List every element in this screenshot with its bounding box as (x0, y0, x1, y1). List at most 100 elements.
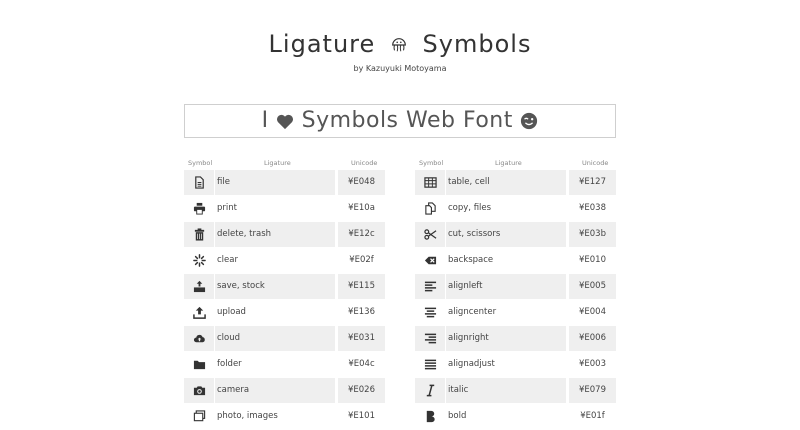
table-row: bold ¥E01f (415, 404, 616, 430)
copy-icon (424, 202, 436, 215)
unicode-cell: ¥E127 (569, 170, 616, 195)
symbol-cell (415, 300, 445, 325)
ligature-cell: cut, scissors (446, 222, 566, 247)
symbol-cell (184, 300, 214, 325)
table-row: italic ¥E079 (415, 378, 616, 404)
table-header: Symbol Ligature Unicode (184, 156, 385, 170)
symbol-cell (415, 352, 445, 377)
unicode-cell: ¥E03b (569, 222, 616, 247)
align-left-icon (424, 281, 436, 292)
symbol-cell (415, 248, 445, 273)
unicode-cell: ¥E048 (338, 170, 385, 195)
file-icon (194, 176, 204, 189)
wink-icon (521, 112, 538, 130)
table-row: backspace ¥E010 (415, 248, 616, 274)
symbols-table-right: Symbol Ligature Unicode table, cell ¥E12… (415, 156, 616, 430)
symbol-cell (415, 326, 445, 351)
table-row: save, stock ¥E115 (184, 274, 385, 300)
cloud-icon (193, 334, 205, 343)
demo-text-rest: Symbols Web Font (301, 108, 513, 133)
heart-icon (277, 114, 294, 130)
table-row: table, cell ¥E127 (415, 170, 616, 196)
symbol-cell (184, 326, 214, 351)
symbol-cell (184, 248, 214, 273)
unicode-cell: ¥E006 (569, 326, 616, 351)
unicode-cell: ¥E026 (338, 378, 385, 403)
align-justify-icon (424, 359, 436, 370)
table-row: cut, scissors ¥E03b (415, 222, 616, 248)
table-row: copy, files ¥E038 (415, 196, 616, 222)
symbol-cell (184, 170, 214, 195)
unicode-cell: ¥E115 (338, 274, 385, 299)
unicode-cell: ¥E003 (569, 352, 616, 377)
clear-icon (192, 254, 206, 267)
save-icon (193, 280, 205, 293)
table-row: print ¥E10a (184, 196, 385, 222)
backspace-icon (424, 256, 436, 265)
ligature-cell: alignadjust (446, 352, 566, 377)
ligature-cell: cloud (215, 326, 335, 351)
ligature-cell: bold (446, 404, 566, 429)
symbol-cell (184, 196, 214, 221)
ligature-cell: print (215, 196, 335, 221)
symbol-cell (184, 378, 214, 403)
unicode-cell: ¥E01f (569, 404, 616, 429)
unicode-cell: ¥E101 (338, 404, 385, 429)
camera-icon (193, 386, 205, 396)
unicode-cell: ¥E04c (338, 352, 385, 377)
ligature-cell: alignright (446, 326, 566, 351)
symbol-cell (415, 196, 445, 221)
table-row: upload ¥E136 (184, 300, 385, 326)
demo-text-box[interactable]: I Symbols Web Font (184, 104, 616, 138)
symbol-cell (415, 378, 445, 403)
unicode-cell: ¥E004 (569, 300, 616, 325)
header-ligature: Ligature (495, 159, 522, 167)
ligature-cell: upload (215, 300, 335, 325)
header-unicode: Unicode (582, 159, 609, 167)
ligature-cell: alignleft (446, 274, 566, 299)
ligature-cell: italic (446, 378, 566, 403)
folder-icon (193, 360, 205, 370)
title-left: Ligature (268, 30, 376, 58)
author-byline: by Kazuyuki Motoyama (353, 64, 447, 73)
header-symbol: Symbol (188, 159, 213, 167)
trash-icon (194, 228, 204, 241)
unicode-cell: ¥E038 (569, 196, 616, 221)
table-row: aligncenter ¥E004 (415, 300, 616, 326)
table-row: cloud ¥E031 (184, 326, 385, 352)
unicode-cell: ¥E010 (569, 248, 616, 273)
ligature-cell: copy, files (446, 196, 566, 221)
table-row: photo, images ¥E101 (184, 404, 385, 430)
align-right-icon (424, 333, 436, 344)
ligature-cell: photo, images (215, 404, 335, 429)
header-unicode: Unicode (351, 159, 378, 167)
ligature-cell: table, cell (446, 170, 566, 195)
header-symbol: Symbol (419, 159, 444, 167)
unicode-cell: ¥E02f (338, 248, 385, 273)
ligature-cell: file (215, 170, 335, 195)
table-header: Symbol Ligature Unicode (415, 156, 616, 170)
print-icon (193, 202, 205, 215)
symbol-cell (184, 222, 214, 247)
bold-icon (426, 410, 435, 423)
ligature-cell: delete, trash (215, 222, 335, 247)
symbol-cell (184, 352, 214, 377)
symbol-cell (184, 404, 214, 429)
table-row: clear ¥E02f (184, 248, 385, 274)
unicode-cell: ¥E005 (569, 274, 616, 299)
ligature-cell: backspace (446, 248, 566, 273)
demo-text-i: I (261, 108, 269, 133)
title-right: Symbols (422, 30, 532, 58)
ligature-cell: folder (215, 352, 335, 377)
table-row: alignright ¥E006 (415, 326, 616, 352)
unicode-cell: ¥E10a (338, 196, 385, 221)
unicode-cell: ¥E079 (569, 378, 616, 403)
table-row: delete, trash ¥E12c (184, 222, 385, 248)
unicode-cell: ¥E12c (338, 222, 385, 247)
ligature-cell: aligncenter (446, 300, 566, 325)
header-ligature: Ligature (264, 159, 291, 167)
ligature-cell: save, stock (215, 274, 335, 299)
page-title: Ligature Symbols (0, 30, 800, 58)
jellyfish-icon (390, 32, 408, 52)
ligature-cell: camera (215, 378, 335, 403)
